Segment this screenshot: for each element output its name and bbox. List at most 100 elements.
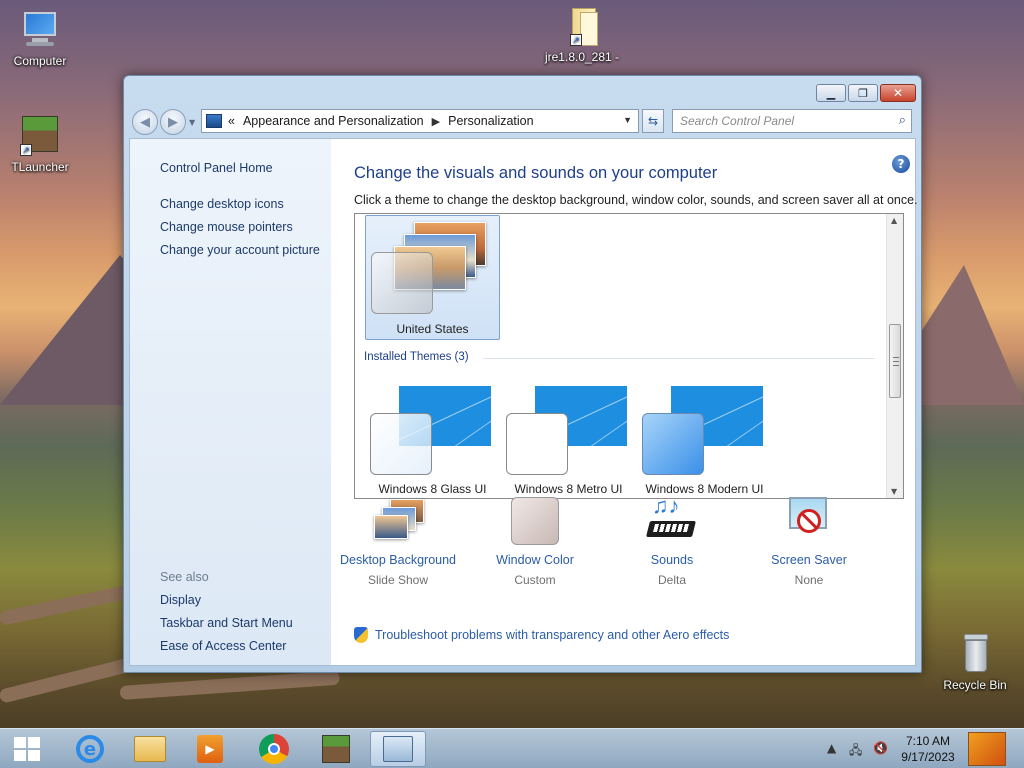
personalization-window: ▁ ❐ ✕ ◀ ▶ ▼ « Appearance and Personaliza… [123,75,922,673]
control-panel-icon [383,736,413,762]
screen-saver-link[interactable]: Screen Saver [744,553,874,567]
help-icon[interactable]: ? [892,155,910,173]
back-button[interactable]: ◀ [132,109,158,135]
maximize-button[interactable]: ❐ [848,84,878,102]
theme-label: United States [396,322,469,336]
page-title: Change the visuals and sounds on your co… [354,164,718,182]
chrome-icon [259,734,289,764]
theme-list[interactable]: United States Installed Themes (3) Windo… [354,213,904,499]
change-mouse-pointers-link[interactable]: Change mouse pointers [160,220,293,234]
system-clock[interactable]: 7:10 AM 9/17/2023 [888,733,968,765]
network-icon[interactable]: 🖧 [849,741,862,762]
minimize-button[interactable]: ▁ [816,84,846,102]
file-explorer-icon [134,736,166,762]
sounds-tool[interactable]: ♫♪ Sounds Delta [607,495,737,587]
see-also-heading: See also [160,570,209,584]
window-color-tool[interactable]: Window Color Custom [470,495,600,587]
media-player-icon: ▶ [197,735,223,763]
change-account-picture-link[interactable]: Change your account picture [160,243,320,257]
taskbar-minecraft[interactable] [308,731,364,767]
search-box[interactable]: ⌕ [672,109,912,133]
desktop-icon-computer[interactable]: Computer [0,8,80,68]
sounds-icon: ♫♪ [646,495,698,547]
refresh-icon: ⇆ [647,114,659,128]
breadcrumb-separator-icon[interactable]: ▶ [432,115,440,128]
recent-pages-dropdown[interactable]: ▼ [189,118,195,127]
search-input[interactable] [680,114,880,128]
troubleshoot-label[interactable]: Troubleshoot problems with transparency … [375,628,729,642]
desktop-icon-recycle-bin[interactable]: Recycle Bin [935,632,1015,692]
address-bar[interactable]: « Appearance and Personalization ▶ Perso… [201,109,639,133]
uac-shield-icon [354,627,368,643]
internet-explorer-icon: e [76,735,104,763]
window-color-link[interactable]: Window Color [470,553,600,567]
navigation-bar: ◀ ▶ ▼ « Appearance and Personalization ▶… [124,106,921,136]
back-arrow-icon: ◀ [140,114,150,130]
breadcrumb-appearance[interactable]: Appearance and Personalization [243,114,424,128]
sounds-link[interactable]: Sounds [607,553,737,567]
taskbar-start-menu-link[interactable]: Taskbar and Start Menu [160,616,293,630]
minimize-icon: ▁ [826,86,836,100]
ease-of-access-link[interactable]: Ease of Access Center [160,639,286,653]
search-icon[interactable]: ⌕ [899,113,906,128]
screen-saver-tool[interactable]: Screen Saver None [744,495,874,587]
sounds-value: Delta [657,573,686,587]
show-desktop-button[interactable] [968,732,1006,766]
scroll-up-icon[interactable]: ▲ [891,216,897,225]
refresh-button[interactable]: ⇆ [642,109,664,133]
installed-themes-heading: Installed Themes (3) [364,351,469,363]
group-divider [483,358,875,359]
taskbar: e ▶ ▲ 🖧 🔇 7:10 AM 9/17/2023 [0,728,1024,768]
display-link[interactable]: Display [160,593,201,607]
folder-shortcut-icon: ↗ [560,4,604,48]
minecraft-icon [322,735,350,763]
screen-saver-value: None [794,573,824,587]
theme-label: Windows 8 Glass UI [378,482,487,496]
theme-united-states[interactable]: United States [365,215,500,340]
taskbar-media-player[interactable]: ▶ [182,731,238,767]
fence-rail [0,585,129,626]
theme-windows-8-modern-ui[interactable]: Windows 8 Modern UI [637,380,772,496]
start-icon [14,737,40,761]
theme-label: Windows 8 Metro UI [514,482,623,496]
address-dropdown-icon[interactable]: ▼ [623,115,632,125]
change-desktop-icons-link[interactable]: Change desktop icons [160,197,284,211]
desktop-icon-label: jre1.8.0_281 - [544,50,620,64]
scroll-down-icon[interactable]: ▼ [891,487,897,496]
taskbar-internet-explorer[interactable]: e [62,731,118,767]
start-button[interactable] [0,731,54,767]
task-pane: Control Panel Home Change desktop icons … [130,139,331,665]
title-bar[interactable]: ▁ ❐ ✕ [124,76,921,106]
forward-button[interactable]: ▶ [160,109,186,135]
scrollbar-thumb[interactable] [889,324,901,398]
fence-rail [119,670,340,700]
desktop-icon-tlauncher[interactable]: ↗ TLauncher [0,114,80,174]
volume-muted-icon[interactable]: 🔇 [873,741,888,755]
troubleshoot-link[interactable]: Troubleshoot problems with transparency … [354,627,729,643]
show-hidden-icons-button[interactable]: ▲ [827,741,836,755]
breadcrumb-overflow[interactable]: « [228,114,235,128]
clock-time: 7:10 AM [905,734,951,748]
theme-windows-8-metro-ui[interactable]: Windows 8 Metro UI [501,380,636,496]
theme-windows-8-glass-ui[interactable]: Windows 8 Glass UI [365,380,500,496]
window-color-value: Custom [514,573,556,587]
theme-color-swatch [506,413,568,475]
desktop-background-link[interactable]: Desktop Background [333,553,463,567]
clock-date: 9/17/2023 [901,750,955,764]
breadcrumb-personalization[interactable]: Personalization [448,114,533,128]
restore-icon: ❐ [858,86,868,100]
theme-color-swatch [370,413,432,475]
taskbar-file-explorer[interactable] [122,731,178,767]
control-panel-home-link[interactable]: Control Panel Home [160,161,273,175]
desktop-background-icon [372,495,424,547]
computer-icon [18,8,62,52]
taskbar-chrome[interactable] [246,731,302,767]
control-panel-icon [206,114,222,128]
screen-saver-icon [783,495,835,547]
taskbar-control-panel[interactable] [370,731,426,767]
theme-list-scrollbar[interactable]: ▲ ▼ [886,214,903,498]
close-icon: ✕ [892,86,904,100]
desktop-background-tool[interactable]: Desktop Background Slide Show [333,495,463,587]
close-button[interactable]: ✕ [880,84,916,102]
desktop-icon-jre[interactable]: ↗ jre1.8.0_281 - [542,4,622,64]
